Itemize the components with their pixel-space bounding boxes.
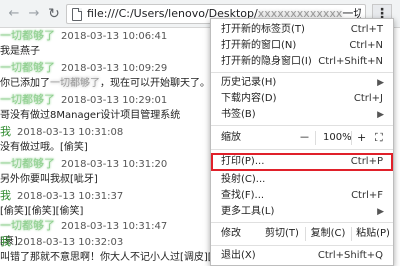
sender-name: 一切都够了 (0, 93, 55, 106)
message-time: 2018-03-13 10:31:08 (17, 127, 124, 138)
menu-item-zoom: 缩放 － 100% + ⛶ (211, 129, 393, 147)
menu-item-shortcut: Ctrl+Shift+N (318, 56, 383, 67)
menu-separator (211, 222, 393, 223)
submenu-arrow-icon: ▶ (377, 110, 384, 120)
menu-item-label: 修改 (221, 228, 241, 239)
menu-item-exit[interactable]: 退出(X) Ctrl+Shift+Q (211, 248, 393, 264)
menu-item-shortcut: Ctrl+T (350, 24, 383, 35)
edit-divider (305, 227, 306, 241)
menu-item-label: 缩放 (221, 132, 241, 143)
copy-button[interactable]: 复制(C) (307, 225, 349, 243)
menu-item-label: 下载内容(D) (221, 93, 277, 104)
message-time: 2018-03-13 10:32:03 (17, 237, 124, 248)
menu-item-label: 投射(C)... (221, 174, 266, 185)
message-time: 2018-03-13 10:31:47 (61, 221, 168, 232)
message-time: 2018-03-13 10:31:20 (61, 159, 168, 170)
zoom-divider (315, 131, 316, 145)
zoom-in-icon[interactable]: + (357, 129, 366, 147)
sender-name: 我 (0, 125, 11, 138)
zoom-level: 100% (323, 132, 352, 143)
message-text-blurred: 一切都够了 (50, 78, 100, 89)
menu-separator (211, 245, 393, 246)
menu-item-label: 书签(B) (221, 109, 256, 120)
menu-item-history[interactable]: 历史记录(H) ▶ (211, 75, 393, 91)
zoom-out-icon[interactable]: － (299, 129, 310, 147)
menu-item-more-tools[interactable]: 更多工具(L) ▶ (211, 204, 393, 220)
menu-item-incognito-window[interactable]: 打开新的隐身窗口(I) Ctrl+Shift+N (211, 54, 393, 70)
sender-name: 一切都够了 (0, 219, 55, 232)
menu-item-label: 查找(F)... (221, 190, 265, 201)
menu-separator (211, 149, 393, 150)
menu-item-label: 更多工具(L) (221, 206, 275, 217)
zoom-divider (351, 131, 352, 145)
document-icon (72, 8, 82, 21)
message-text-prefix: 你已添加了 (0, 78, 50, 89)
menu-item-label: 打开新的标签页(T) (221, 24, 305, 35)
menu-item-label: 退出(X) (221, 250, 256, 261)
message-time: 2018-03-13 10:09:29 (61, 63, 168, 74)
menu-item-label: 打开新的隐身窗口(I) (221, 56, 312, 67)
message-time: 2018-03-13 10:31:37 (17, 191, 124, 202)
menu-separator (211, 125, 393, 126)
sender-name: 一切都够了 (0, 29, 55, 42)
menu-item-downloads[interactable]: 下载内容(D) Ctrl+J (211, 91, 393, 107)
menu-item-new-window[interactable]: 打开新的窗口(N) Ctrl+N (211, 38, 393, 54)
back-arrow-icon[interactable]: ← (6, 6, 22, 22)
message-time: 2018-03-13 10:29:01 (61, 95, 168, 106)
menu-item-shortcut: Ctrl+J (353, 93, 383, 104)
menu-separator (211, 72, 393, 73)
fullscreen-icon[interactable]: ⛶ (375, 129, 383, 147)
menu-item-print[interactable]: 打印(P)... Ctrl+P (211, 154, 393, 170)
menu-item-shortcut: Ctrl+N (349, 40, 383, 51)
message-text-suffix: ，现在可以开始聊天了。 (100, 78, 210, 89)
message-time: 2018-03-13 10:06:41 (61, 31, 168, 42)
menu-item-find[interactable]: 查找(F)... Ctrl+F (211, 188, 393, 204)
menu-item-label: 打印(P)... (221, 156, 265, 167)
submenu-arrow-icon: ▶ (377, 78, 384, 88)
cut-button[interactable]: 剪切(T) (261, 225, 303, 243)
menu-item-shortcut: Ctrl+Shift+Q (317, 250, 383, 261)
menu-item-shortcut: Ctrl+P (350, 156, 383, 167)
menu-item-bookmarks[interactable]: 书签(B) ▶ (211, 107, 393, 123)
menu-item-label: 历史记录(H) (221, 77, 277, 88)
menu-item-new-tab[interactable]: 打开新的标签页(T) Ctrl+T (211, 22, 393, 38)
menu-item-shortcut: Ctrl+F (351, 190, 383, 201)
reload-icon[interactable]: ↻ (46, 6, 62, 22)
edit-divider (351, 227, 352, 241)
browser-main-menu: 打开新的标签页(T) Ctrl+T 打开新的窗口(N) Ctrl+N 打开新的隐… (210, 18, 394, 266)
forward-arrow-icon[interactable]: → (26, 6, 42, 22)
menu-item-label: 打开新的窗口(N) (221, 40, 297, 51)
sender-name: 一切都够了 (0, 61, 55, 74)
menu-item-edit: 修改 剪切(T) 复制(C) 粘贴(P) (211, 225, 393, 243)
sender-name: 我 (0, 189, 11, 202)
submenu-arrow-icon: ▶ (377, 207, 384, 217)
menu-item-cast[interactable]: 投射(C)... (211, 172, 393, 188)
sender-name: 我 (0, 235, 11, 248)
paste-button[interactable]: 粘贴(P) (353, 225, 393, 243)
sender-name: 一切都够了 (0, 157, 55, 170)
